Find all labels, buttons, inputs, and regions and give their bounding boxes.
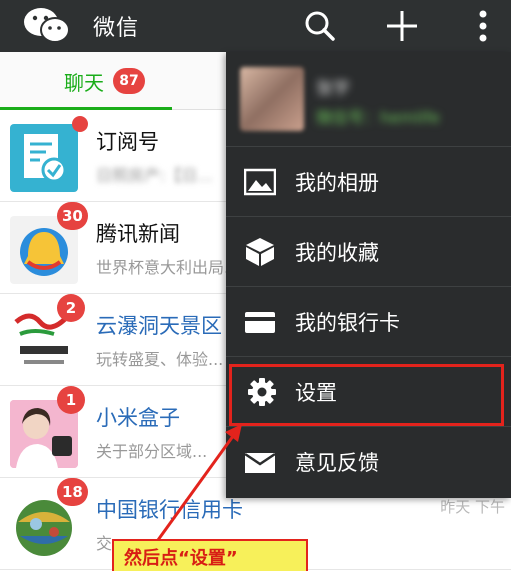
chat-name: 腾讯新闻 <box>96 222 180 246</box>
plus-icon[interactable] <box>382 6 422 46</box>
cube-icon <box>246 238 274 266</box>
menu-item-favorites[interactable]: 我的收藏 <box>226 217 511 287</box>
menu-item-album[interactable]: 我的相册 <box>226 147 511 217</box>
subscription-avatar <box>10 124 78 192</box>
chat-name: 云瀑洞天景区 <box>96 314 222 338</box>
menu-item-bank-cards[interactable]: 我的银行卡 <box>226 287 511 357</box>
instruction-callout: 然后点“设置” <box>112 539 308 571</box>
unread-count: 30 <box>57 202 88 230</box>
callout-text: 然后点“设置” <box>124 548 238 569</box>
chat-time: 昨天 下午 <box>440 498 505 516</box>
chat-name: 中国银行信用卡 <box>96 498 243 522</box>
user-name: 张宇 <box>316 79 350 99</box>
unread-count: 18 <box>57 478 88 506</box>
menu-item-label: 我的收藏 <box>295 241 379 265</box>
document-check-icon <box>24 134 67 183</box>
more-vertical-icon[interactable] <box>463 6 503 46</box>
top-bar: 微信 <box>0 0 511 52</box>
app-title: 微信 <box>93 16 140 41</box>
user-id: 微信号：hemlife <box>316 108 440 127</box>
photo-icon <box>244 168 276 196</box>
menu-item-label: 意见反馈 <box>295 451 379 475</box>
menu-user-profile[interactable]: 张宇 微信号：hemlife <box>226 52 511 147</box>
unread-count: 2 <box>57 294 85 322</box>
tab-chat-label: 聊天 <box>64 71 104 95</box>
chat-preview: 世界杯意大利出局... <box>96 258 240 277</box>
chat-preview: 玩转盛夏、体验... <box>96 350 224 369</box>
chat-name: 小米盒子 <box>96 406 180 430</box>
unread-count: 1 <box>57 386 85 414</box>
chat-name: 订阅号 <box>96 130 159 154</box>
chat-preview: 日照房产:【日... <box>96 166 213 185</box>
menu-item-label: 我的相册 <box>295 171 379 195</box>
settings-highlight-box <box>229 364 504 426</box>
menu-item-label: 我的银行卡 <box>295 311 400 335</box>
unread-dot <box>72 116 88 132</box>
tab-chat[interactable]: 聊天 87 <box>0 52 172 111</box>
menu-item-feedback[interactable]: 意见反馈 <box>226 427 511 497</box>
chat-preview: 关于部分区域... <box>96 442 208 461</box>
wechat-logo-icon <box>24 8 70 43</box>
search-icon[interactable] <box>300 6 340 46</box>
overflow-menu: 张宇 微信号：hemlife 我的相册 我的收藏 我的银行卡 设置 意见反馈 <box>226 52 511 498</box>
unread-badge: 87 <box>113 68 145 94</box>
mail-icon <box>244 452 276 473</box>
user-avatar <box>240 67 304 131</box>
card-icon <box>245 312 275 333</box>
